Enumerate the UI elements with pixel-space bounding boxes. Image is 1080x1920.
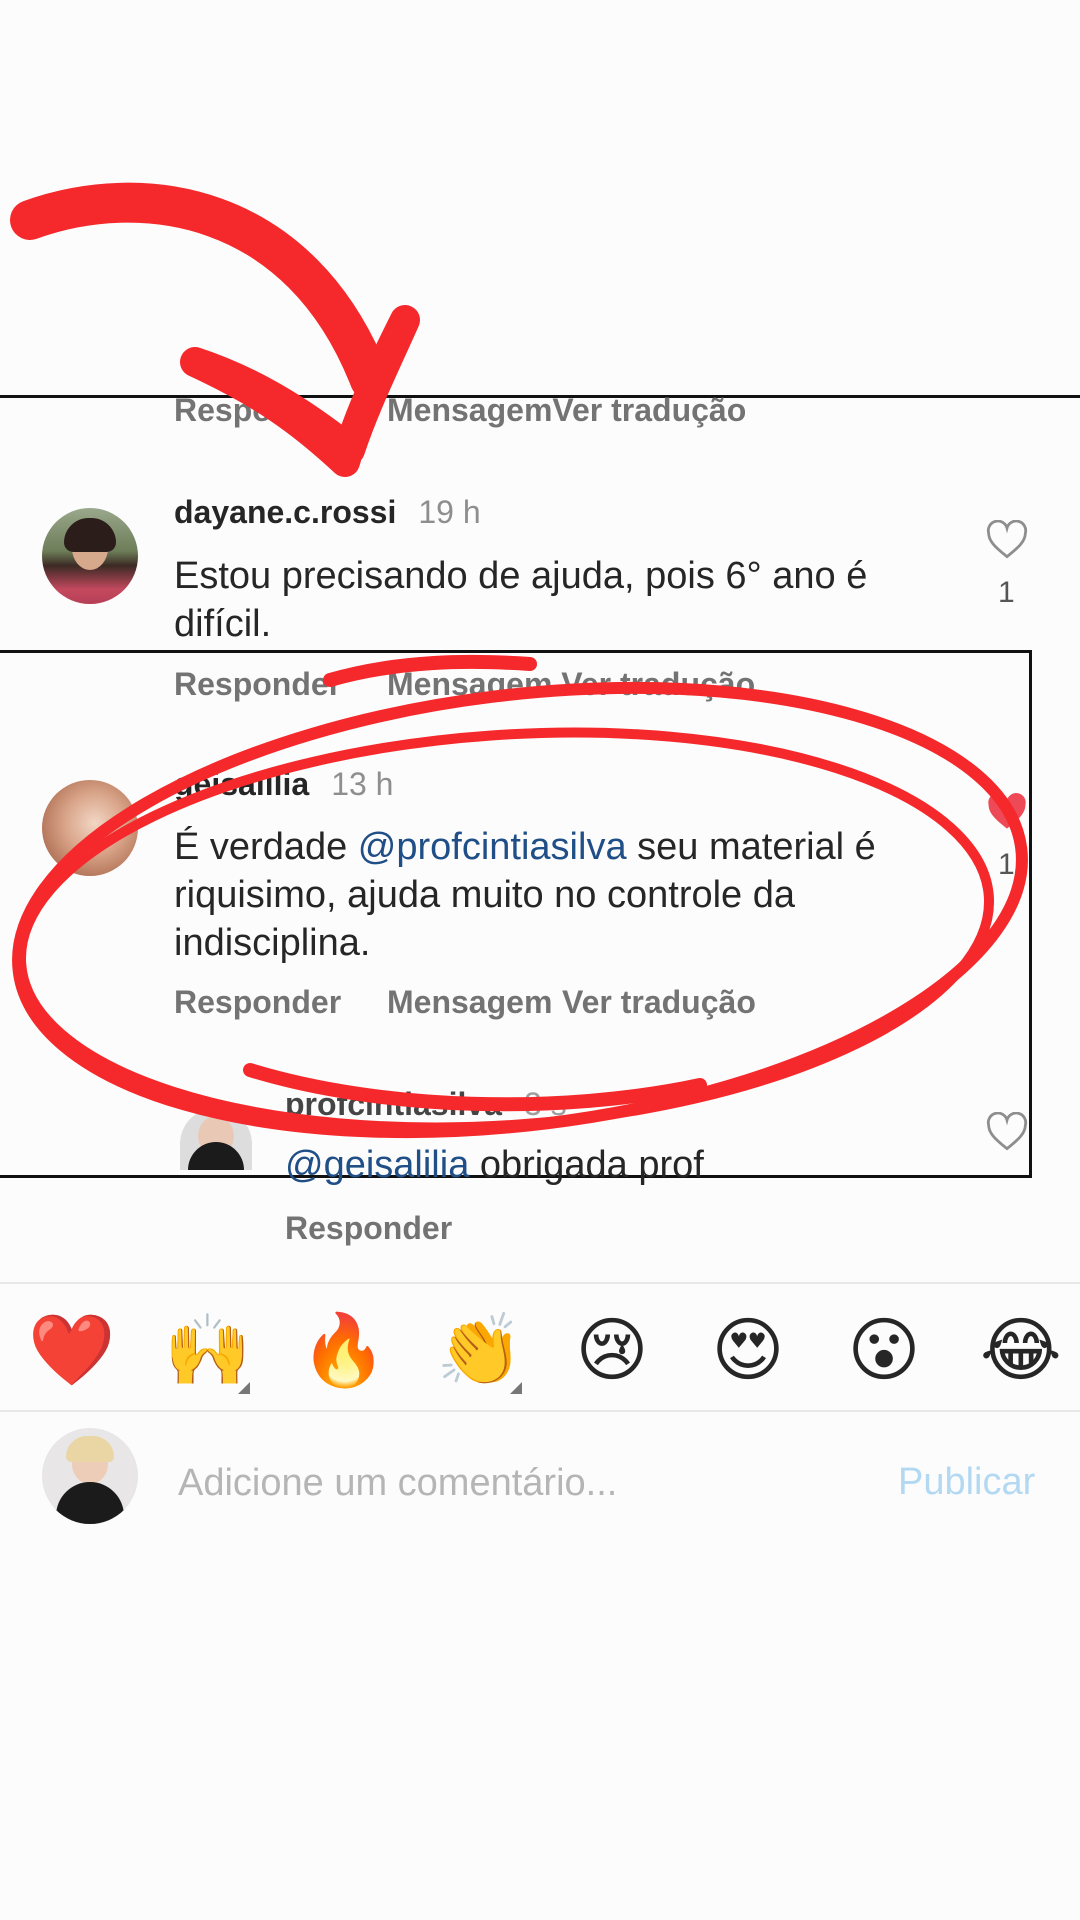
liked-heart-icon-geisalilia[interactable] xyxy=(986,792,1028,832)
reply-link-geisalilia[interactable]: Responder xyxy=(174,984,341,1021)
clapping-hands-variant-indicator xyxy=(510,1382,522,1394)
composer-top-divider xyxy=(0,1410,1080,1412)
message-translate-link-top[interactable]: MensagemVer tradução xyxy=(387,392,746,429)
publish-button[interactable]: Publicar xyxy=(898,1461,1035,1504)
timestamp-profcintiasilva: 3 s xyxy=(523,1086,567,1122)
clapping-hands-emoji-button[interactable]: 👏 xyxy=(436,1310,523,1390)
translate-link-geisalilia[interactable]: Ver tradução xyxy=(562,984,756,1021)
comment-text-dayane: Estou precisando de ajuda, pois 6° ano é… xyxy=(174,555,868,645)
reply-link-profcintiasilva[interactable]: Responder xyxy=(285,1210,452,1247)
timestamp-dayane: 19 h xyxy=(418,494,481,530)
reply-link-dayane[interactable]: Responder xyxy=(174,666,341,703)
raising-hands-variant-indicator xyxy=(238,1382,250,1394)
crying-face-emoji-button[interactable]: 😢 xyxy=(572,1310,652,1390)
fire-emoji-button[interactable]: 🔥 xyxy=(300,1310,387,1390)
comment-text-geisalilia: É verdade @profcintiasilva seu material … xyxy=(174,823,914,967)
tears-of-joy-emoji-button[interactable]: 😂 xyxy=(980,1310,1062,1390)
username-geisalilia[interactable]: geisalilia xyxy=(174,766,309,802)
message-link-geisalilia[interactable]: Mensagem xyxy=(387,984,552,1021)
avatar-profcintiasilva[interactable] xyxy=(180,1108,252,1170)
surprised-face-emoji-button[interactable]: 😮 xyxy=(844,1310,924,1390)
comment-text-profcintiasilva: @geisalilia obrigada prof xyxy=(285,1141,985,1189)
comment-input[interactable] xyxy=(176,1454,860,1512)
emoji-bar-top-divider xyxy=(0,1282,1080,1284)
like-count-geisalilia: 1 xyxy=(998,848,1015,881)
annotation-arrow-head xyxy=(180,305,420,477)
timestamp-geisalilia: 13 h xyxy=(331,766,394,802)
reply-link-top[interactable]: Respon xyxy=(174,392,291,429)
mention-link-profcintiasilva[interactable]: @profcintiasilva xyxy=(358,826,627,868)
avatar-geisalilia[interactable] xyxy=(42,780,138,876)
like-heart-icon-profcintiasilva[interactable] xyxy=(986,1112,1028,1152)
annotation-arrow-shaft xyxy=(10,182,390,400)
avatar-dayane[interactable] xyxy=(42,508,138,604)
comment-header-profcintiasilva: profcintiasilva 3 s xyxy=(285,1086,567,1123)
heart-eyes-emoji-button[interactable]: 😍 xyxy=(708,1310,788,1390)
like-heart-icon-dayane[interactable] xyxy=(986,520,1028,560)
username-dayane[interactable]: dayane.c.rossi xyxy=(174,494,396,530)
username-profcintiasilva[interactable]: profcintiasilva xyxy=(285,1086,502,1122)
comment-text-reply: obrigada prof xyxy=(469,1144,704,1186)
like-count-dayane: 1 xyxy=(998,576,1015,609)
comment-header-geisalilia: geisalilia 13 h xyxy=(174,766,393,803)
raising-hands-emoji-button[interactable]: 🙌 xyxy=(164,1310,251,1390)
red-heart-emoji-button[interactable]: ❤️ xyxy=(28,1310,115,1390)
message-translate-link-dayane[interactable]: Mensagem Ver tradução xyxy=(387,666,755,703)
mention-link-geisalilia[interactable]: @geisalilia xyxy=(285,1144,469,1186)
comment-header-dayane: dayane.c.rossi 19 h xyxy=(174,494,481,531)
composer-avatar xyxy=(42,1428,138,1524)
comment-text-part-1: É verdade xyxy=(174,826,358,868)
